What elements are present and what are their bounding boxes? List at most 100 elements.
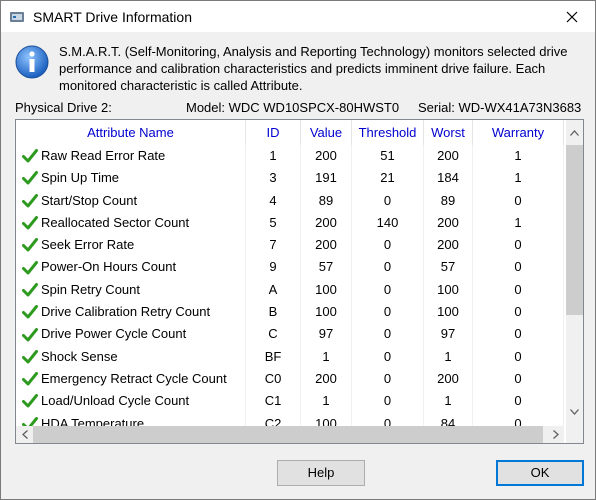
horizontal-scroll-thumb[interactable] bbox=[33, 426, 543, 443]
table-row[interactable]: Load/Unload Cycle Count C1 1 0 1 0 bbox=[16, 390, 564, 413]
vertical-scrollbar[interactable] bbox=[566, 120, 583, 426]
attribute-name-cell: Power-On Hours Count bbox=[16, 256, 246, 279]
scroll-up-arrow[interactable] bbox=[566, 124, 583, 141]
green-check-icon bbox=[22, 305, 38, 319]
table-row[interactable]: Spin Retry Count A 100 0 100 0 bbox=[16, 278, 564, 302]
attribute-name: Drive Power Cycle Count bbox=[41, 326, 187, 342]
attribute-value-cell: 200 bbox=[301, 211, 352, 235]
table-row[interactable]: Start/Stop Count 4 89 0 89 0 bbox=[16, 189, 564, 212]
attribute-name-cell: Reallocated Sector Count bbox=[16, 211, 246, 235]
green-check-icon bbox=[22, 394, 38, 408]
attribute-name: Shock Sense bbox=[41, 348, 118, 364]
table-row[interactable]: Power-On Hours Count 9 57 0 57 0 bbox=[16, 256, 564, 279]
column-header-id[interactable]: ID bbox=[246, 120, 301, 145]
table-row[interactable]: Reallocated Sector Count 5 200 140 200 1 bbox=[16, 211, 564, 235]
smart-description: S.M.A.R.T. (Self-Monitoring, Analysis an… bbox=[59, 44, 568, 93]
attribute-name-cell: Spin Up Time bbox=[16, 167, 246, 190]
attribute-warranty-cell: 0 bbox=[473, 278, 564, 302]
attribute-threshold-cell: 0 bbox=[352, 412, 424, 426]
title-bar: SMART Drive Information bbox=[1, 1, 595, 32]
chevron-down-icon bbox=[570, 408, 579, 415]
drive-serial: Serial: WD-WX41A73N3683 bbox=[418, 100, 582, 115]
attribute-worst-cell: 57 bbox=[424, 256, 473, 279]
green-check-icon bbox=[22, 171, 38, 185]
table-row[interactable]: Drive Calibration Retry Count B 100 0 100 0 bbox=[16, 301, 564, 324]
attribute-worst-cell: 200 bbox=[424, 211, 473, 235]
attribute-id-cell: B bbox=[246, 301, 301, 324]
info-icon bbox=[15, 45, 49, 79]
drive-model: Model: WDC WD10SPCX-80HWST0 bbox=[186, 100, 400, 115]
attribute-threshold-cell: 0 bbox=[352, 390, 424, 413]
attribute-worst-cell: 97 bbox=[424, 323, 473, 346]
help-button[interactable]: Help bbox=[277, 460, 365, 486]
attribute-value-cell: 200 bbox=[301, 145, 352, 168]
attribute-name-cell: Drive Power Cycle Count bbox=[16, 323, 246, 346]
scroll-left-arrow[interactable] bbox=[16, 426, 33, 443]
attribute-value-cell: 97 bbox=[301, 323, 352, 346]
column-header-value[interactable]: Value bbox=[301, 120, 352, 145]
vertical-scroll-thumb[interactable] bbox=[566, 145, 583, 315]
attribute-warranty-cell: 0 bbox=[473, 367, 564, 391]
attribute-worst-cell: 84 bbox=[424, 412, 473, 426]
attribute-worst-cell: 1 bbox=[424, 345, 473, 368]
attribute-threshold-cell: 0 bbox=[352, 256, 424, 279]
attribute-worst-cell: 184 bbox=[424, 167, 473, 190]
attribute-warranty-cell: 0 bbox=[473, 234, 564, 257]
physical-drive-label: Physical Drive 2: bbox=[15, 100, 112, 115]
scroll-right-arrow[interactable] bbox=[547, 426, 564, 443]
attribute-id-cell: C0 bbox=[246, 367, 301, 391]
attribute-value-cell: 200 bbox=[301, 367, 352, 391]
green-check-icon bbox=[22, 216, 38, 230]
attribute-warranty-cell: 0 bbox=[473, 345, 564, 368]
green-check-icon bbox=[22, 149, 38, 163]
table-row[interactable]: HDA Temperature C2 100 0 84 0 bbox=[16, 412, 564, 426]
attribute-threshold-cell: 0 bbox=[352, 345, 424, 368]
table-row[interactable]: Seek Error Rate 7 200 0 200 0 bbox=[16, 234, 564, 257]
attribute-name-cell: HDA Temperature bbox=[16, 412, 246, 426]
table-row[interactable]: Shock Sense BF 1 0 1 0 bbox=[16, 345, 564, 368]
attribute-warranty-cell: 1 bbox=[473, 167, 564, 190]
attribute-value-cell: 57 bbox=[301, 256, 352, 279]
table-row[interactable]: Spin Up Time 3 191 21 184 1 bbox=[16, 167, 564, 190]
attribute-value-cell: 100 bbox=[301, 278, 352, 302]
app-icon bbox=[10, 12, 24, 22]
table-row[interactable]: Emergency Retract Cycle Count C0 200 0 200 0 bbox=[16, 367, 564, 391]
attribute-value-cell: 100 bbox=[301, 412, 352, 426]
column-header-worst[interactable]: Worst bbox=[424, 120, 473, 145]
close-button[interactable] bbox=[549, 1, 595, 32]
attribute-name: Load/Unload Cycle Count bbox=[41, 393, 190, 409]
attribute-worst-cell: 200 bbox=[424, 145, 473, 168]
attribute-name-cell: Raw Read Error Rate bbox=[16, 145, 246, 168]
attributes-table[interactable]: Attribute Name ID Value Threshold Worst … bbox=[15, 119, 584, 444]
horizontal-scrollbar[interactable] bbox=[16, 426, 564, 443]
scroll-down-arrow[interactable] bbox=[566, 403, 583, 420]
ok-button[interactable]: OK bbox=[496, 460, 584, 486]
attribute-worst-cell: 100 bbox=[424, 278, 473, 302]
green-check-icon bbox=[22, 260, 38, 275]
attribute-name-cell: Start/Stop Count bbox=[16, 189, 246, 212]
attribute-warranty-cell: 0 bbox=[473, 390, 564, 413]
table-row[interactable]: Drive Power Cycle Count C 97 0 97 0 bbox=[16, 323, 564, 346]
attribute-worst-cell: 100 bbox=[424, 301, 473, 324]
attribute-id-cell: 3 bbox=[246, 167, 301, 190]
chevron-up-icon bbox=[570, 129, 579, 136]
column-header-attribute-name[interactable]: Attribute Name bbox=[16, 120, 246, 145]
attribute-id-cell: C bbox=[246, 323, 301, 346]
attribute-worst-cell: 200 bbox=[424, 367, 473, 391]
attribute-threshold-cell: 0 bbox=[352, 234, 424, 257]
attribute-value-cell: 89 bbox=[301, 189, 352, 212]
table-header: Attribute Name ID Value Threshold Worst … bbox=[16, 120, 564, 145]
column-header-threshold[interactable]: Threshold bbox=[352, 120, 424, 145]
attribute-id-cell: C1 bbox=[246, 390, 301, 413]
close-icon bbox=[566, 11, 578, 22]
table-row[interactable]: Raw Read Error Rate 1 200 51 200 1 bbox=[16, 145, 564, 168]
attribute-id-cell: 5 bbox=[246, 211, 301, 235]
attribute-warranty-cell: 1 bbox=[473, 211, 564, 235]
attribute-id-cell: 7 bbox=[246, 234, 301, 257]
attribute-warranty-cell: 0 bbox=[473, 323, 564, 346]
column-header-warranty[interactable]: Warranty bbox=[473, 120, 564, 145]
smart-dialog: SMART Drive Information S.M.A.R.T. (Self… bbox=[0, 0, 596, 500]
attribute-worst-cell: 200 bbox=[424, 234, 473, 257]
green-check-icon bbox=[22, 282, 38, 297]
attribute-threshold-cell: 0 bbox=[352, 189, 424, 212]
